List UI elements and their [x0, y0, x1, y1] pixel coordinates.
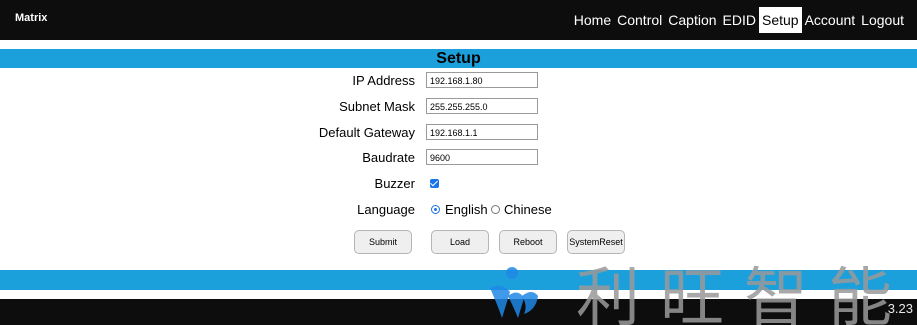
buzzer-label: Buzzer: [374, 176, 415, 191]
default-gateway-label: Default Gateway: [318, 125, 415, 140]
buzzer-row: Buzzer: [0, 174, 917, 194]
bottom-bar: [0, 299, 917, 325]
default-gateway-row: Default Gateway 192.168.1.1: [0, 123, 917, 143]
baudrate-label: Baudrate: [362, 150, 415, 165]
nav-account[interactable]: Account: [802, 7, 859, 33]
subnet-mask-label: Subnet Mask: [339, 99, 415, 114]
language-row: Language English Chinese: [0, 200, 917, 220]
ip-address-row: IP Address 192.168.1.80: [0, 71, 917, 91]
main-nav: Home Control Caption EDID Setup Account …: [571, 0, 907, 40]
nav-caption[interactable]: Caption: [665, 7, 719, 33]
language-english-radio[interactable]: [431, 205, 440, 214]
footer-band: [0, 270, 917, 290]
top-nav-bar: Matrix Home Control Caption EDID Setup A…: [0, 0, 917, 40]
reboot-button[interactable]: Reboot: [499, 230, 557, 254]
system-reset-button[interactable]: SystemReset: [567, 230, 625, 254]
baudrate-input[interactable]: 9600: [426, 149, 538, 165]
buzzer-checkbox[interactable]: [430, 179, 439, 188]
subnet-mask-row: Subnet Mask 255.255.255.0: [0, 97, 917, 117]
version-number: 3.23: [887, 301, 913, 316]
nav-control[interactable]: Control: [614, 7, 665, 33]
nav-home[interactable]: Home: [571, 7, 614, 33]
language-english-label[interactable]: English: [445, 200, 488, 220]
language-chinese-radio[interactable]: [491, 205, 500, 214]
brand-title: Matrix: [15, 12, 48, 24]
ip-address-label: IP Address: [352, 73, 415, 88]
ip-address-input[interactable]: 192.168.1.80: [426, 72, 538, 88]
baudrate-row: Baudrate 9600: [0, 148, 917, 168]
subnet-mask-input[interactable]: 255.255.255.0: [426, 98, 538, 114]
load-button[interactable]: Load: [431, 230, 489, 254]
page-title: Setup: [436, 50, 481, 67]
language-chinese-label[interactable]: Chinese: [504, 200, 552, 220]
nav-logout[interactable]: Logout: [858, 7, 907, 33]
default-gateway-input[interactable]: 192.168.1.1: [426, 124, 538, 140]
nav-setup[interactable]: Setup: [758, 7, 802, 33]
nav-edid[interactable]: EDID: [720, 7, 759, 33]
language-label: Language: [357, 202, 415, 217]
submit-button[interactable]: Submit: [354, 230, 412, 254]
